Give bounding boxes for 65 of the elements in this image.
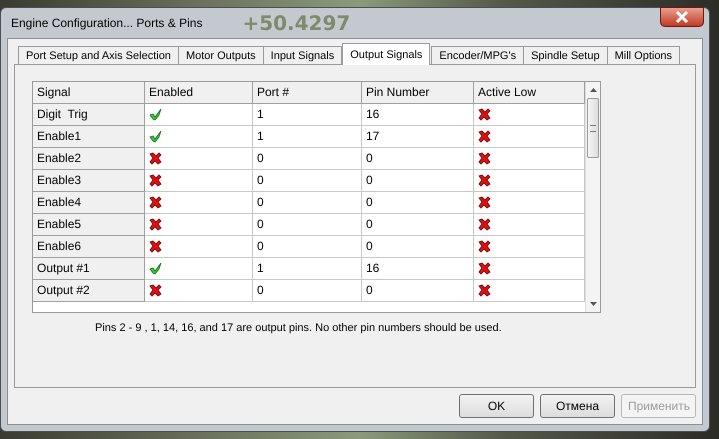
cross-icon[interactable] [478,262,491,275]
table-cell: 0 [253,236,362,258]
row-header: Enable4 [33,192,145,214]
row-header: Output #1 [33,258,145,280]
checkmark-icon[interactable] [149,130,162,143]
cross-icon[interactable] [149,196,162,209]
table-cell: 17 [362,126,474,148]
row-header: Enable2 [33,148,145,170]
close-icon [675,11,689,23]
cross-icon[interactable] [149,240,162,253]
table-cell: 16 [362,104,474,126]
table-cell: 0 [362,214,474,236]
cross-icon[interactable] [149,152,162,165]
table-cell: 0 [362,148,474,170]
cross-icon[interactable] [478,218,491,231]
table-cell: 0 [362,280,474,302]
cross-icon[interactable] [478,108,491,121]
close-button[interactable] [660,7,704,27]
cross-icon[interactable] [149,218,162,231]
table-cell: 0 [253,148,362,170]
column-header: Pin Number [362,82,474,104]
cross-icon[interactable] [478,152,491,165]
cross-icon[interactable] [478,174,491,187]
row-header: Enable1 [33,126,145,148]
tab[interactable]: Encoder/MPG's [431,46,524,65]
row-header: Enable3 [33,170,145,192]
column-header: Enabled [145,82,253,104]
row-header: Enable5 [33,214,145,236]
scroll-down-icon[interactable] [590,302,596,306]
table-cell: 0 [253,170,362,192]
tab[interactable]: Input Signals [262,46,342,65]
tab[interactable]: Port Setup and Axis Selection [18,46,179,65]
row-header: Digit Trig [33,104,145,126]
scrollbar[interactable] [585,82,600,312]
table-cell: 1 [253,126,362,148]
dialog-button[interactable]: OK [459,394,534,418]
table-cell: 0 [362,236,474,258]
table-cell: 0 [362,170,474,192]
checkmark-icon[interactable] [149,108,162,121]
scroll-up-icon[interactable] [590,88,596,92]
cross-icon[interactable] [478,196,491,209]
cross-icon[interactable] [149,284,162,297]
table-cell: 0 [253,192,362,214]
cross-icon[interactable] [478,284,491,297]
table-cell: 1 [253,258,362,280]
dialog-button[interactable]: Отмена [540,394,615,418]
tab[interactable]: Mill Options [606,46,680,65]
table-cell: 0 [253,214,362,236]
cross-icon[interactable] [478,240,491,253]
table-cell: 0 [253,280,362,302]
cross-icon[interactable] [478,130,491,143]
row-header: Output #2 [33,280,145,302]
row-header: Enable6 [33,236,145,258]
table-cell: 1 [253,104,362,126]
column-header: Port # [253,82,362,104]
checkmark-icon[interactable] [149,262,162,275]
table-cell: 0 [362,192,474,214]
tab[interactable]: Output Signals [342,43,430,65]
table-cell: 16 [362,258,474,280]
column-header: Signal [33,82,145,104]
window-title: Engine Configuration... Ports & Pins [11,16,202,30]
background-readout: +50.4297 [242,11,350,35]
pin-note: Pins 2 - 9 , 1, 14, 16, and 17 are output pins. No other pin numbers should be used. [95,322,503,334]
column-header: Active Low [474,82,585,104]
cross-icon[interactable] [149,174,162,187]
